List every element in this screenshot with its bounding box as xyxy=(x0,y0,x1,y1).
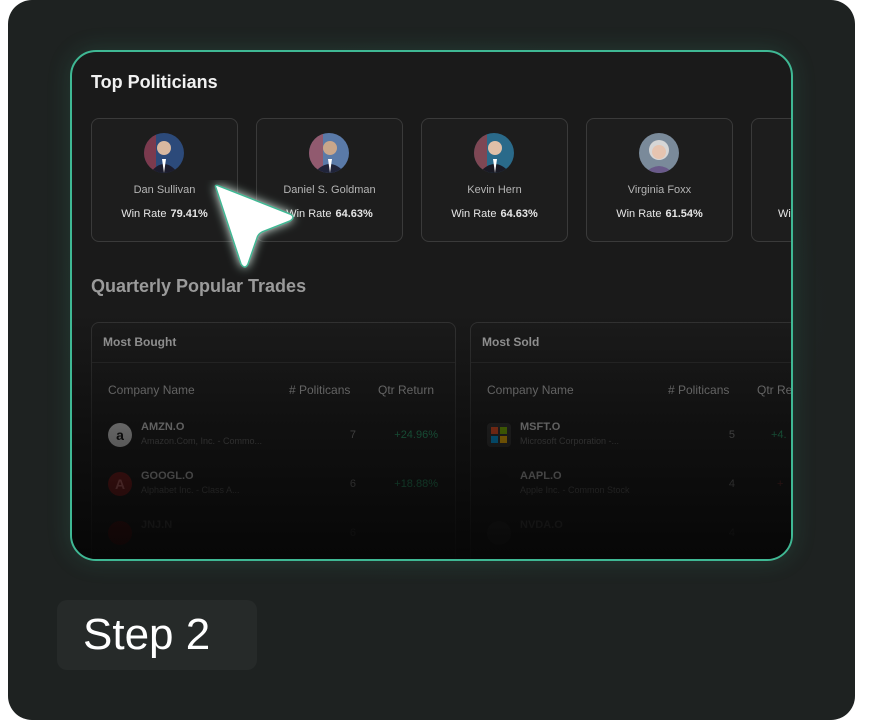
ticker: GOOGL.O xyxy=(141,470,194,482)
win-rate-value: 64.63% xyxy=(500,208,538,220)
ticker: AMZN.O xyxy=(141,421,185,433)
politician-count: 4 xyxy=(728,478,735,490)
politician-card[interactable]: Kevin Hern Win Rate 64.63% xyxy=(421,118,568,242)
win-rate-label: Win Rate xyxy=(616,208,662,220)
alphabet-logo-icon: A xyxy=(108,472,132,496)
microsoft-logo-icon xyxy=(487,423,511,447)
politician-card[interactable]: Virginia Foxx Win Rate 61.54% xyxy=(586,118,733,242)
qtr-return: +4. xyxy=(771,429,787,441)
politician-count: 6 xyxy=(349,527,356,539)
table-row[interactable]: AAPL.O Apple Inc. - Common Stock 4 + xyxy=(471,468,791,516)
table-row[interactable]: NVDA.O 4 xyxy=(471,517,791,559)
qtr-return: +24.96% xyxy=(394,429,438,441)
table-row[interactable]: a AMZN.O Amazon.Com, Inc. - Commo... 7 +… xyxy=(92,419,455,467)
tutorial-card: Top Politicians Dan Sullivan Win Rate 79.… xyxy=(8,0,855,720)
politician-count: 5 xyxy=(728,429,735,441)
politician-count: 6 xyxy=(349,478,356,490)
company-name: Amazon.Com, Inc. - Commo... xyxy=(141,436,263,446)
avatar xyxy=(639,133,679,173)
jnj-logo-icon xyxy=(108,521,132,545)
politicians-carousel[interactable]: Dan Sullivan Win Rate 79.41% Daniel S. Go… xyxy=(91,118,791,242)
nvidia-logo-icon xyxy=(487,521,511,545)
top-politicians-title: Top Politicians xyxy=(91,72,218,92)
pointer-cursor-icon xyxy=(204,180,304,280)
most-sold-panel: Most Sold Company Name # Politicans Qtr … xyxy=(470,322,791,559)
politician-card[interactable]: Wi xyxy=(751,118,791,242)
column-header[interactable]: Qtr Re xyxy=(757,383,791,397)
win-rate-label: Wi xyxy=(778,208,791,220)
win-rate: Win Rate 61.54% xyxy=(587,208,732,220)
company-name: Microsoft Corporation -... xyxy=(520,436,620,446)
qtr-return: + xyxy=(777,478,784,490)
column-header[interactable]: Company Name xyxy=(487,383,574,397)
win-rate-value: 61.54% xyxy=(665,208,703,220)
amazon-logo-icon: a xyxy=(108,423,132,447)
step-badge: Step 2 xyxy=(57,600,257,670)
ticker: JNJ.N xyxy=(141,519,173,531)
win-rate: Wi xyxy=(752,208,791,220)
column-header[interactable]: # Politicans xyxy=(668,383,729,397)
column-header[interactable]: Qtr Return xyxy=(378,383,434,397)
win-rate-label: Win Rate xyxy=(451,208,497,220)
win-rate-value: 79.41% xyxy=(170,208,208,220)
step-label: Step 2 xyxy=(83,610,211,659)
politician-name: Virginia Foxx xyxy=(627,184,692,196)
most-bought-panel: Most Bought Company Name # Politicans Qt… xyxy=(91,322,456,559)
qtr-return: +18.88% xyxy=(394,478,438,490)
apple-logo-icon xyxy=(487,472,511,496)
politician-count: 7 xyxy=(349,429,356,441)
table-row[interactable]: MSFT.O Microsoft Corporation -... 5 +4. xyxy=(471,419,791,467)
panel-title: Most Sold xyxy=(471,323,791,363)
politician-count: 4 xyxy=(728,527,735,539)
ticker: MSFT.O xyxy=(520,421,561,433)
company-name: Alphabet Inc. - Class A... xyxy=(141,485,240,495)
table-row[interactable]: A GOOGL.O Alphabet Inc. - Class A... 6 +… xyxy=(92,468,455,516)
table-row[interactable]: JNJ.N 6 xyxy=(92,517,455,559)
politician-name: Kevin Hern xyxy=(467,184,522,196)
win-rate: Win Rate 64.63% xyxy=(422,208,567,220)
panel-title: Most Bought xyxy=(92,323,455,363)
ticker: AAPL.O xyxy=(520,470,562,482)
avatar xyxy=(309,133,349,173)
avatar xyxy=(144,133,184,173)
column-header[interactable]: Company Name xyxy=(108,383,195,397)
avatar xyxy=(474,133,514,173)
app-preview-screen: Top Politicians Dan Sullivan Win Rate 79.… xyxy=(70,50,793,561)
column-header[interactable]: # Politicans xyxy=(289,383,350,397)
win-rate-value: 64.63% xyxy=(335,208,373,220)
ticker: NVDA.O xyxy=(520,519,563,531)
win-rate-label: Win Rate xyxy=(121,208,167,220)
company-name: Apple Inc. - Common Stock xyxy=(520,485,630,495)
